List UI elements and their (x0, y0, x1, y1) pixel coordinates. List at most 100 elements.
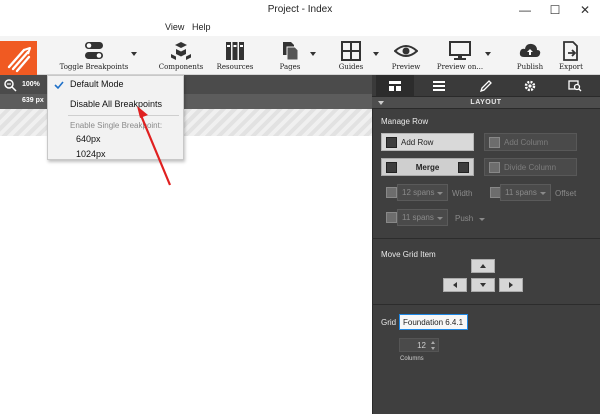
components-icon (171, 42, 191, 60)
merge-left-icon (386, 161, 397, 173)
grid-label: Grid (381, 318, 397, 327)
breakpoint-640-item[interactable]: 640px (76, 134, 101, 144)
merge-label: Merge (415, 162, 440, 172)
add-column-button[interactable]: Add Column (484, 133, 577, 151)
width-select-value: 12 spans (402, 188, 435, 197)
zoom-icon[interactable] (3, 78, 17, 92)
columns-stepper[interactable]: 12 (399, 338, 439, 352)
guides-caret-icon[interactable] (373, 51, 379, 57)
list-tab-icon (433, 80, 445, 91)
preview-on-caret-icon[interactable] (485, 51, 491, 57)
components-label: Components (158, 63, 204, 71)
zoom-level[interactable]: 100% (22, 81, 40, 88)
cloud-upload-icon (519, 43, 541, 57)
toggle-breakpoints-caret-icon[interactable] (131, 51, 137, 57)
layout-tab[interactable] (376, 75, 414, 96)
resources-label: Resources (216, 63, 254, 71)
layout-section-header[interactable]: LAYOUT (372, 96, 600, 109)
stepper-up-icon[interactable] (431, 341, 435, 344)
add-row-button[interactable]: Add Row (381, 133, 474, 151)
bootstrap-studio-logo-icon[interactable] (0, 41, 37, 75)
components-button[interactable]: Components (158, 38, 204, 74)
arrow-left-icon (453, 282, 457, 288)
inspect-tab[interactable] (556, 75, 594, 96)
add-row-label: Add Row (401, 137, 434, 147)
pages-icon (283, 42, 299, 61)
pages-caret-icon[interactable] (310, 51, 316, 57)
section-divider (372, 238, 600, 239)
monitor-icon (449, 41, 471, 60)
gear-tab-icon (524, 80, 536, 91)
move-up-button[interactable] (471, 259, 495, 273)
resources-button[interactable]: Resources (213, 38, 257, 74)
move-right-button[interactable] (499, 278, 523, 292)
move-down-button[interactable] (471, 278, 495, 292)
publish-button[interactable]: Publish (512, 38, 548, 74)
push-icon (386, 212, 397, 223)
merge-right-icon (458, 161, 469, 173)
push-label[interactable]: Push (455, 214, 473, 223)
preview-label: Preview (391, 63, 421, 71)
toggle-icon (85, 42, 103, 59)
merge-button[interactable]: Merge (381, 158, 474, 176)
push-select[interactable]: 11 spans (397, 209, 448, 226)
grid-framework-field[interactable]: Foundation 6.4.1 (399, 314, 468, 330)
preview-on-button[interactable]: Preview on... (434, 38, 486, 74)
close-button[interactable]: ✕ (570, 0, 600, 20)
toggle-breakpoints-button[interactable]: Toggle Breakpoints (55, 38, 133, 74)
add-column-icon (489, 136, 500, 148)
offset-select-value: 11 spans (505, 188, 537, 197)
settings-tab[interactable] (511, 75, 549, 96)
push-select-value: 11 spans (402, 213, 434, 222)
add-row-icon (386, 136, 397, 148)
stepper-down-icon[interactable] (431, 347, 435, 350)
guides-icon (341, 41, 361, 61)
divide-column-icon (489, 161, 500, 173)
menu-help[interactable]: Help (192, 22, 211, 32)
manage-row-label: Manage Row (381, 117, 429, 126)
pages-button[interactable]: Pages (275, 38, 305, 74)
width-icon (386, 187, 397, 198)
arrow-up-icon (480, 264, 486, 268)
columns-value: 12 (417, 341, 426, 350)
list-tab[interactable] (420, 75, 458, 96)
width-select[interactable]: 12 spans (397, 184, 448, 201)
publish-label: Publish (516, 63, 544, 71)
minimize-button[interactable]: — (510, 0, 540, 20)
grid-framework-value: Foundation 6.4.1 (403, 317, 464, 327)
export-label: Export (559, 63, 583, 71)
columns-label: Columns (400, 356, 424, 362)
guides-label: Guides (338, 63, 364, 71)
offset-label: Offset (555, 189, 577, 198)
brush-tab-icon (479, 79, 492, 92)
push-caret-icon[interactable] (479, 218, 485, 221)
layout-tab-icon (389, 80, 401, 91)
annotation-arrow (137, 106, 172, 186)
breakpoint-1024-item[interactable]: 1024px (76, 149, 106, 159)
maximize-button[interactable]: ☐ (540, 0, 570, 20)
divide-column-button[interactable]: Divide Column (484, 158, 577, 176)
toggle-breakpoints-label: Toggle Breakpoints (59, 63, 129, 71)
move-left-button[interactable] (443, 278, 467, 292)
menu-view[interactable]: View (165, 22, 184, 32)
pages-label: Pages (279, 63, 301, 71)
add-column-label: Add Column (504, 137, 549, 147)
toolbar: Toggle Breakpoints Components Resources … (0, 36, 600, 75)
guides-button[interactable]: Guides (335, 38, 367, 74)
divide-column-label: Divide Column (504, 162, 557, 172)
preview-on-label: Preview on... (436, 63, 484, 71)
arrow-right-icon (509, 282, 513, 288)
viewport-width: 639 px (22, 97, 44, 104)
menu-bar: View Help (0, 20, 600, 36)
styles-tab[interactable] (466, 75, 504, 96)
section-divider (372, 304, 600, 305)
layout-section-title: LAYOUT (470, 99, 502, 106)
eye-icon (394, 45, 418, 57)
move-grid-item-label: Move Grid Item (381, 250, 436, 259)
export-button[interactable]: Export (556, 38, 586, 74)
export-icon (563, 41, 578, 61)
preview-button[interactable]: Preview (388, 38, 424, 74)
resources-icon (226, 42, 244, 60)
offset-select[interactable]: 11 spans (500, 184, 551, 201)
default-mode-item[interactable]: Default Mode (70, 79, 124, 89)
